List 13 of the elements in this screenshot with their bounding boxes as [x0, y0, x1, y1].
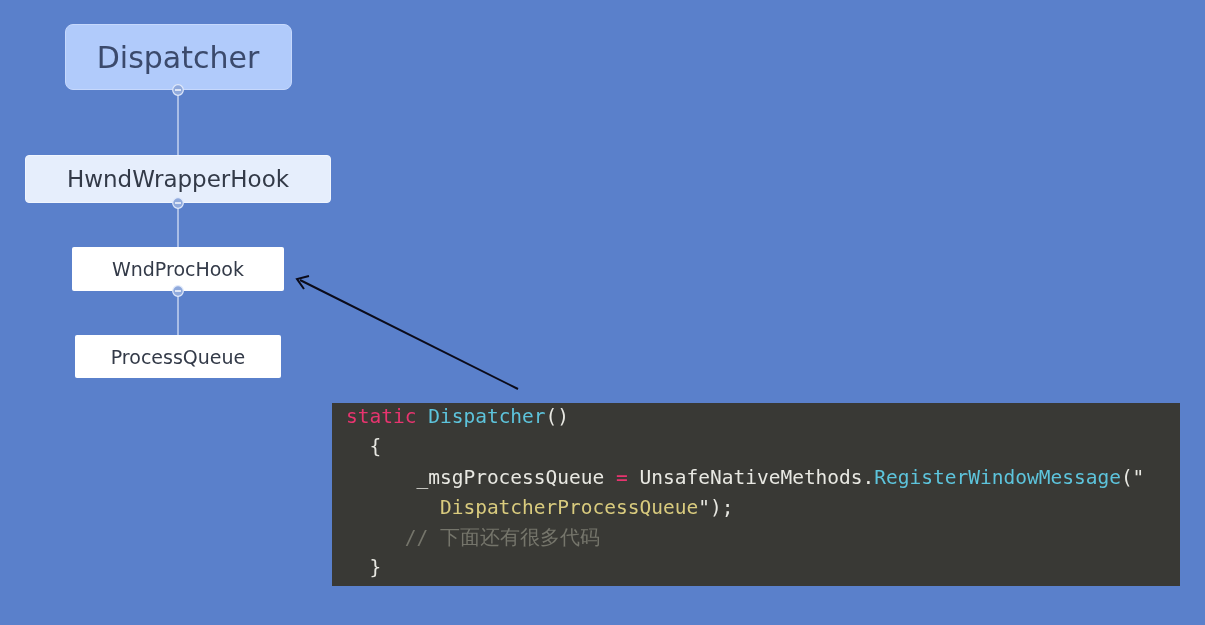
collapse-icon[interactable] [172, 197, 184, 209]
topic-node[interactable]: Dispatcher [64, 24, 292, 90]
topic-node[interactable]: WndProcHook [72, 247, 284, 291]
topic-node[interactable]: HwndWrapperHook [25, 155, 331, 203]
code-line: // 下面还有很多代码 [403, 525, 601, 552]
code-line: _msgProcessQueue = UnsafeNativeMethods.RegisterWindowMessage(" [415, 464, 1146, 491]
code-line: DispatcherProcessQueue"); [438, 494, 735, 521]
topic-node[interactable]: ProcessQueue [75, 335, 281, 378]
code-line: static Dispatcher() [346, 404, 571, 430]
code-line: { [368, 434, 383, 461]
collapse-icon[interactable] [172, 285, 184, 297]
collapse-icon[interactable] [172, 84, 184, 96]
code-line: } [368, 555, 383, 582]
